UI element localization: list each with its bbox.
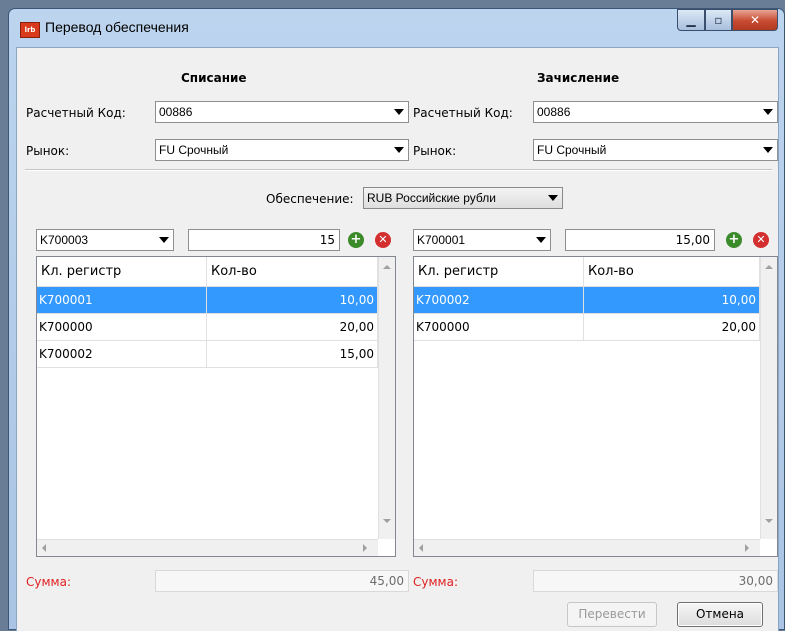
register-cell: K700000: [414, 314, 584, 341]
transfer-button[interactable]: Перевести: [567, 602, 657, 627]
scroll-left-icon[interactable]: [419, 544, 423, 552]
right-register-value: K700001: [417, 233, 466, 247]
right-amount-value: 15,00: [675, 233, 710, 247]
scroll-up-icon[interactable]: [383, 265, 391, 269]
right-code-value: 00886: [537, 105, 571, 119]
add-icon[interactable]: +: [348, 232, 364, 248]
left-section-header: Списание: [181, 71, 247, 85]
window-title: Перевод обеспечения: [45, 19, 189, 35]
quantity-cell: 15,00: [207, 341, 378, 368]
left-code-select[interactable]: 00886: [155, 101, 409, 123]
collateral-label: Обеспечение:: [266, 192, 354, 206]
chevron-down-icon: [394, 109, 404, 115]
collateral-value: RUB Российские рубли: [367, 191, 496, 205]
register-cell: K700002: [414, 287, 584, 314]
right-sum-field: 30,00: [533, 570, 778, 592]
dialog-window: lrb Перевод обеспечения ▁ ▫ ✕ Списание З…: [8, 8, 785, 631]
horizontal-scrollbar[interactable]: [414, 539, 760, 556]
right-code-label: Расчетный Код:: [413, 106, 513, 120]
table-row[interactable]: K700000 20,00: [414, 314, 760, 341]
right-market-select[interactable]: FU Срочный: [533, 139, 778, 161]
left-market-label: Рынок:: [26, 144, 70, 158]
left-amount-input[interactable]: 15: [188, 229, 340, 251]
right-market-value: FU Срочный: [537, 143, 607, 157]
scroll-up-icon[interactable]: [765, 265, 773, 269]
quantity-cell: 10,00: [584, 287, 760, 314]
column-header-register[interactable]: Кл. регистр: [414, 257, 584, 287]
scroll-left-icon[interactable]: [42, 544, 46, 552]
right-section-header: Зачисление: [537, 71, 620, 85]
minimize-button[interactable]: ▁: [677, 9, 705, 31]
app-logo-icon: lrb: [20, 22, 40, 38]
left-market-select[interactable]: FU Срочный: [155, 139, 409, 161]
left-sum-value: 45,00: [369, 574, 404, 588]
vertical-scrollbar[interactable]: [378, 257, 395, 539]
left-register-select[interactable]: K700003: [36, 229, 174, 251]
divider: [25, 169, 772, 171]
left-code-value: 00886: [159, 105, 193, 119]
right-sum-value: 30,00: [738, 574, 773, 588]
scroll-right-icon[interactable]: [363, 544, 367, 552]
left-register-value: K700003: [40, 233, 89, 247]
delete-icon[interactable]: ✕: [375, 232, 391, 248]
collateral-select[interactable]: RUB Российские рубли: [363, 187, 563, 209]
right-sum-label: Сумма:: [413, 575, 458, 589]
column-header-quantity[interactable]: Кол-во: [584, 257, 760, 287]
scroll-right-icon[interactable]: [745, 544, 749, 552]
left-code-label: Расчетный Код:: [26, 106, 126, 120]
left-sum-label: Сумма:: [26, 575, 71, 589]
scroll-down-icon[interactable]: [383, 519, 391, 523]
quantity-cell: 20,00: [584, 314, 760, 341]
right-registers-table[interactable]: Кл. регистр Кол-во K700002 10,00 K700000…: [413, 256, 778, 557]
quantity-cell: 10,00: [207, 287, 378, 314]
chevron-down-icon: [763, 109, 773, 115]
chevron-down-icon: [536, 237, 546, 243]
maximize-button[interactable]: ▫: [705, 9, 732, 31]
vertical-scrollbar[interactable]: [760, 257, 777, 539]
cancel-button[interactable]: Отмена: [677, 602, 763, 627]
left-amount-value: 15: [319, 233, 335, 247]
table-row[interactable]: K700002 10,00: [414, 287, 760, 314]
right-amount-input[interactable]: 15,00: [565, 229, 715, 251]
chevron-down-icon: [394, 147, 404, 153]
scroll-down-icon[interactable]: [765, 519, 773, 523]
right-code-select[interactable]: 00886: [533, 101, 778, 123]
register-cell: K700000: [37, 314, 207, 341]
chevron-down-icon: [763, 147, 773, 153]
right-market-label: Рынок:: [413, 144, 457, 158]
column-header-quantity[interactable]: Кол-во: [207, 257, 378, 287]
table-row[interactable]: K700000 20,00: [37, 314, 378, 341]
column-header-register[interactable]: Кл. регистр: [37, 257, 207, 287]
register-cell: K700002: [37, 341, 207, 368]
chevron-down-icon: [159, 237, 169, 243]
left-registers-table[interactable]: Кл. регистр Кол-во K700001 10,00 K700000…: [36, 256, 396, 557]
horizontal-scrollbar[interactable]: [37, 539, 378, 556]
close-button[interactable]: ✕: [732, 9, 778, 31]
table-row[interactable]: K700002 15,00: [37, 341, 378, 368]
left-market-value: FU Срочный: [159, 143, 229, 157]
table-row[interactable]: K700001 10,00: [37, 287, 378, 314]
register-cell: K700001: [37, 287, 207, 314]
right-register-select[interactable]: K700001: [413, 229, 551, 251]
left-sum-field: 45,00: [155, 570, 409, 592]
delete-icon[interactable]: ✕: [753, 232, 769, 248]
quantity-cell: 20,00: [207, 314, 378, 341]
dialog-content: Списание Зачисление Расчетный Код: 00886…: [16, 47, 779, 631]
chevron-down-icon: [548, 195, 558, 201]
add-icon[interactable]: +: [726, 232, 742, 248]
title-bar[interactable]: lrb Перевод обеспечения ▁ ▫ ✕: [9, 9, 784, 47]
